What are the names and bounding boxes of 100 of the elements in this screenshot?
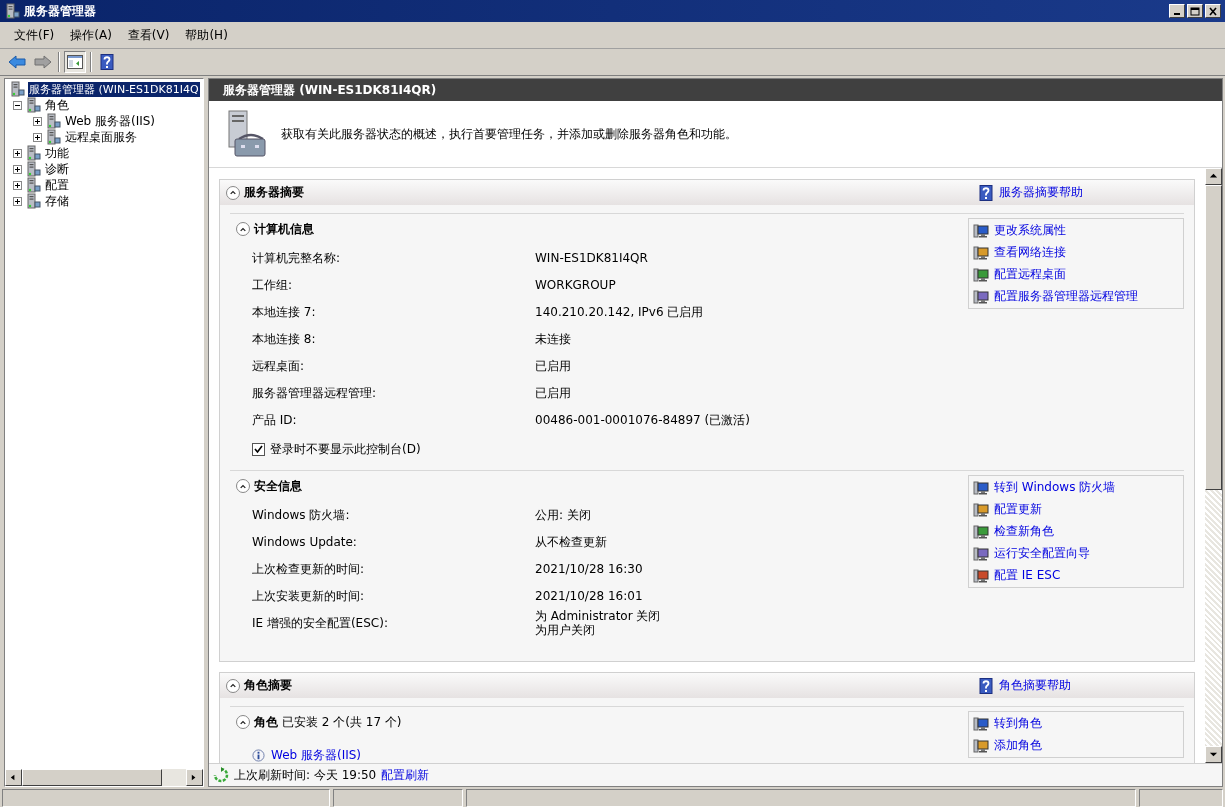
tree-item[interactable]: 诊断 <box>44 160 70 178</box>
maximize-icon <box>1190 6 1200 16</box>
section-title: 角色摘要 <box>244 677 293 694</box>
maximize-button[interactable] <box>1187 4 1203 18</box>
computer-icon <box>973 715 989 732</box>
scroll-left-button[interactable] <box>5 769 22 786</box>
help-icon <box>99 54 115 70</box>
task-link[interactable]: 配置远程桌面 <box>994 266 1066 283</box>
tree-item[interactable]: 远程桌面服务 <box>64 128 138 146</box>
section-title: 服务器摘要 <box>244 184 305 201</box>
server-icon <box>25 97 41 113</box>
left-arrow-icon <box>8 55 26 69</box>
minimize-icon <box>1174 12 1180 15</box>
pane-title: 服务器管理器 (WIN-ES1DK81I4QR) <box>209 79 1222 101</box>
minimize-button[interactable] <box>1169 4 1185 18</box>
arrow-icon <box>1209 750 1218 759</box>
collapse-button[interactable] <box>226 678 240 693</box>
computer-icon <box>973 288 989 305</box>
scroll-up-button[interactable] <box>1205 168 1222 185</box>
show-pane-button[interactable] <box>64 51 86 73</box>
expand-icon[interactable] <box>13 196 22 206</box>
tree-item[interactable]: 服务器管理器 (WIN-ES1DK81I4Q <box>28 81 200 97</box>
group-title: 安全信息 <box>254 477 302 495</box>
field-value: 2021/10/28 16:01 <box>535 588 644 603</box>
scroll-thumb[interactable] <box>1205 185 1222 490</box>
expand-icon[interactable] <box>13 180 22 190</box>
field-label: Windows 防火墙: <box>252 507 351 522</box>
task-link[interactable]: 运行安全配置向导 <box>994 545 1090 562</box>
tree-item[interactable]: 配置 <box>44 176 70 194</box>
group-title: 角色 <box>254 713 278 731</box>
scroll-thumb[interactable] <box>22 769 162 786</box>
task-link[interactable]: 检查新角色 <box>994 523 1054 540</box>
scroll-down-button[interactable] <box>1205 746 1222 763</box>
pane-icon <box>67 55 83 69</box>
task-link[interactable]: 查看网络连接 <box>994 244 1066 261</box>
field-label: 本地连接 7: <box>252 304 317 319</box>
field-label: 上次检查更新的时间: <box>252 561 366 576</box>
computer-icon <box>973 523 989 540</box>
menu-item[interactable]: 帮助(H) <box>181 24 232 46</box>
refresh-settings-link[interactable]: 配置刷新 <box>381 766 430 784</box>
tree-item[interactable]: 角色 <box>44 96 70 114</box>
collapse-button[interactable] <box>236 222 250 236</box>
checkbox[interactable] <box>252 443 265 456</box>
server-icon <box>9 81 25 97</box>
field-value: 未连接 <box>535 331 572 346</box>
task-link[interactable]: 更改系统属性 <box>994 222 1066 239</box>
expand-icon[interactable] <box>33 132 42 142</box>
field-value: WIN-ES1DK81I4QR <box>535 250 649 265</box>
scroll-right-button[interactable] <box>186 769 203 786</box>
close-icon <box>1208 6 1218 16</box>
task-link[interactable]: 配置 IE ESC <box>994 567 1061 584</box>
close-button[interactable] <box>1205 4 1221 18</box>
collapse-button[interactable] <box>236 715 250 729</box>
field-value: 已启用 <box>535 358 572 373</box>
help-link[interactable]: 角色摘要帮助 <box>999 677 1071 694</box>
task-link[interactable]: 配置更新 <box>994 501 1042 518</box>
server-icon <box>25 145 41 161</box>
computer-icon <box>973 479 989 496</box>
task-link[interactable]: 转到 Windows 防火墙 <box>994 479 1116 496</box>
field-label: 远程桌面: <box>252 358 306 373</box>
role-link[interactable]: Web 服务器(IIS) <box>271 747 362 763</box>
computer-icon <box>973 244 989 261</box>
help-icon <box>978 184 994 201</box>
expand-icon[interactable] <box>13 148 22 158</box>
task-link[interactable]: 添加角色 <box>994 737 1042 754</box>
tree-item[interactable]: Web 服务器(IIS) <box>64 112 157 130</box>
computer-icon <box>973 567 989 584</box>
server-icon <box>25 193 41 209</box>
description: 获取有关此服务器状态的概述，执行首要管理任务，并添加或删除服务器角色和功能。 <box>281 125 737 143</box>
field-label: Windows Update: <box>252 534 358 549</box>
right-arrow-icon <box>34 55 52 69</box>
field-label: 工作组: <box>252 277 294 292</box>
computer-icon <box>973 222 989 239</box>
collapse-button[interactable] <box>226 185 240 200</box>
field-label: 服务器管理器远程管理: <box>252 385 378 400</box>
help-icon <box>978 677 994 694</box>
collapse-button[interactable] <box>236 479 250 493</box>
tree-item[interactable]: 存储 <box>44 192 70 210</box>
help-link[interactable]: 服务器摘要帮助 <box>999 184 1083 201</box>
tree-item[interactable]: 功能 <box>44 144 70 162</box>
field-value: 140.210.20.142, IPv6 已启用 <box>535 304 705 319</box>
task-link[interactable]: 配置服务器管理器远程管理 <box>994 288 1138 305</box>
computer-icon <box>973 545 989 562</box>
field-value: 2021/10/28 16:30 <box>535 561 644 576</box>
server-icon <box>45 113 61 129</box>
computer-icon <box>973 737 989 754</box>
refresh-time: 上次刷新时间: 今天 19:50 <box>234 766 377 784</box>
expand-icon[interactable] <box>33 116 42 126</box>
checkmark-icon <box>253 444 264 455</box>
menu-item[interactable]: 文件(F) <box>10 24 59 46</box>
field-value: 00486-001-0001076-84897 (已激活) <box>535 412 751 427</box>
computer-icon <box>973 501 989 518</box>
menu-item[interactable]: 操作(A) <box>66 24 116 46</box>
collapse-icon[interactable] <box>13 100 22 110</box>
field-value: 为用户关闭 <box>535 623 596 637</box>
menu-item[interactable]: 查看(V) <box>123 24 174 46</box>
expand-icon[interactable] <box>13 164 22 174</box>
app-icon <box>4 3 20 19</box>
task-link[interactable]: 转到角色 <box>994 715 1042 732</box>
checkbox-label: 登录时不要显示此控制台(D) <box>270 441 421 458</box>
